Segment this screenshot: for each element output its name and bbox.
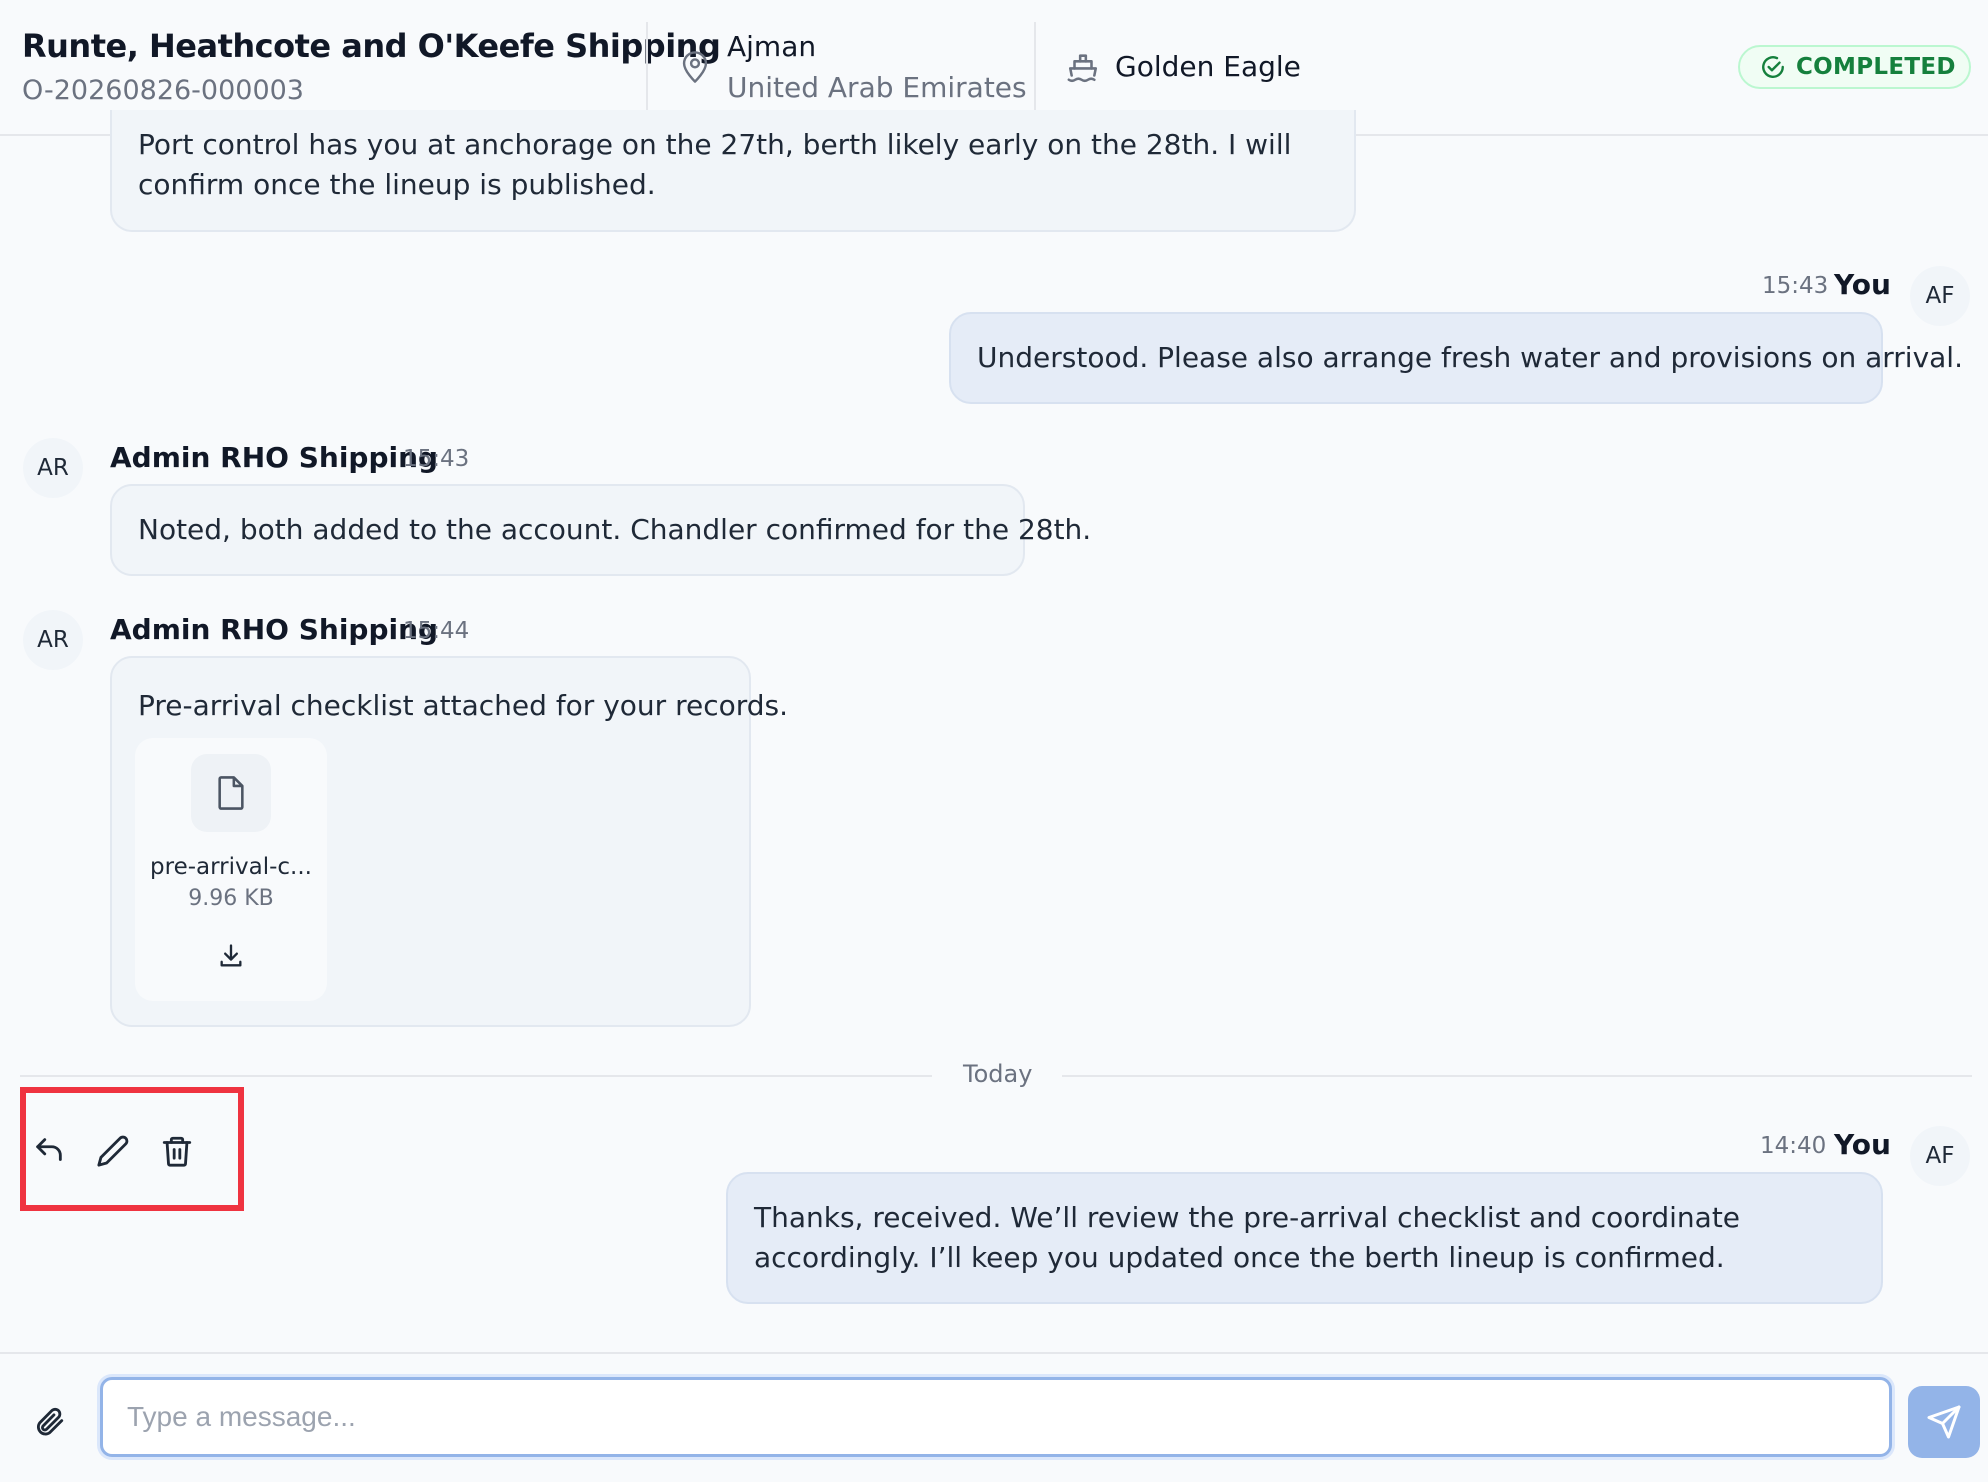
message-input[interactable] [100,1377,1892,1457]
message-sender: Admin RHO Shipping [110,613,439,646]
message-text: Understood. Please also arrange fresh wa… [977,341,1963,374]
location-pin-icon [682,51,708,83]
avatar: AF [1910,1126,1970,1186]
divider [20,1075,932,1077]
attachment-name: pre-arrival-c... [150,854,312,880]
divider [1034,22,1036,112]
attachment-size: 9.96 KB [188,886,274,911]
message-time: 14:40 [1760,1133,1827,1159]
delete-icon[interactable] [160,1134,194,1168]
message-bubble: Port control has you at anchorage on the… [110,110,1356,232]
send-icon [1927,1405,1961,1439]
page-title: Runte, Heathcote and O'Keefe Shipping [22,27,721,65]
paperclip-icon[interactable] [32,1402,66,1442]
location-country: United Arab Emirates [727,71,1027,104]
avatar: AF [1910,266,1970,326]
vessel-name: Golden Eagle [1115,50,1301,83]
ship-icon [1067,54,1098,83]
message-time: 15:43 [403,446,470,472]
message-bubble: Understood. Please also arrange fresh wa… [949,312,1963,404]
edit-icon[interactable] [96,1134,130,1168]
message-time: 15:43 [1762,273,1829,299]
attachment-card[interactable]: pre-arrival-c... 9.96 KB [135,738,327,1001]
location-city: Ajman [727,30,817,63]
message-sender: Admin RHO Shipping [110,441,439,474]
message-sender: You [1834,1128,1891,1161]
status-badge: COMPLETED [1738,45,1971,89]
message-bubble: Thanks, received. We’ll review the pre-a… [726,1172,1883,1304]
message-bubble: Noted, both added to the account. Chandl… [110,484,1091,576]
message-time: 15:44 [403,618,470,644]
message-text: Thanks, received. We’ll review the pre-a… [754,1201,1741,1274]
send-button[interactable] [1908,1386,1980,1458]
order-id: O-20260826-000003 [22,75,304,106]
reply-icon[interactable] [32,1134,66,1168]
message-text: Noted, both added to the account. Chandl… [138,513,1092,546]
message-sender: You [1834,268,1891,301]
download-icon[interactable] [217,942,245,970]
date-divider-label: Today [963,1060,1033,1088]
check-circle-icon [1762,56,1784,78]
status-label: COMPLETED [1796,54,1956,80]
message-text: Port control has you at anchorage on the… [138,128,1292,201]
divider [646,22,648,112]
file-icon [191,754,271,832]
avatar: AR [23,438,83,498]
message-text: Pre-arrival checklist attached for your … [138,689,789,722]
divider [1062,1075,1972,1077]
avatar: AR [23,610,83,670]
